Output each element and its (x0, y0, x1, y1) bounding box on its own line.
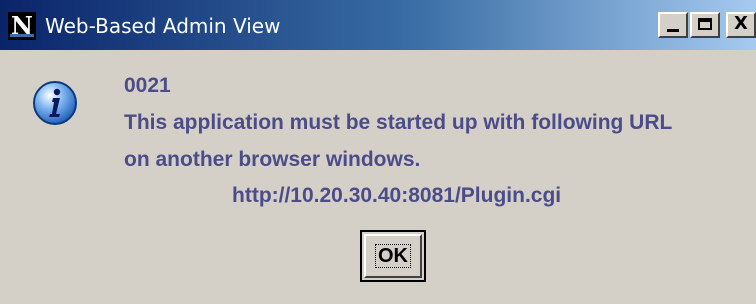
message-code: 0021 (124, 74, 171, 97)
minimize-button[interactable] (658, 12, 688, 38)
ok-button-default-frame[interactable]: OK (360, 230, 426, 282)
minimize-icon (667, 29, 679, 32)
window-title: Web-Based Admin View (45, 14, 281, 38)
app-icon-letter: N (11, 11, 33, 40)
app-icon: N (8, 12, 36, 40)
message-line-2: on another browser windows. (124, 148, 421, 171)
information-icon (33, 81, 77, 125)
close-button[interactable]: X (726, 12, 756, 38)
maximize-button[interactable] (690, 12, 720, 38)
close-icon: X (734, 13, 748, 34)
ok-button[interactable]: OK (364, 234, 422, 278)
ok-button-label: OK (375, 244, 411, 268)
message-line-1: This application must be started up with… (124, 111, 673, 134)
message-url: http://10.20.30.40:8081/Plugin.cgi (232, 184, 562, 207)
dialog-window: N Web-Based Admin View X 0021 This appli… (0, 0, 756, 304)
maximize-icon (698, 18, 712, 30)
title-bar[interactable]: N Web-Based Admin View X (0, 0, 756, 50)
